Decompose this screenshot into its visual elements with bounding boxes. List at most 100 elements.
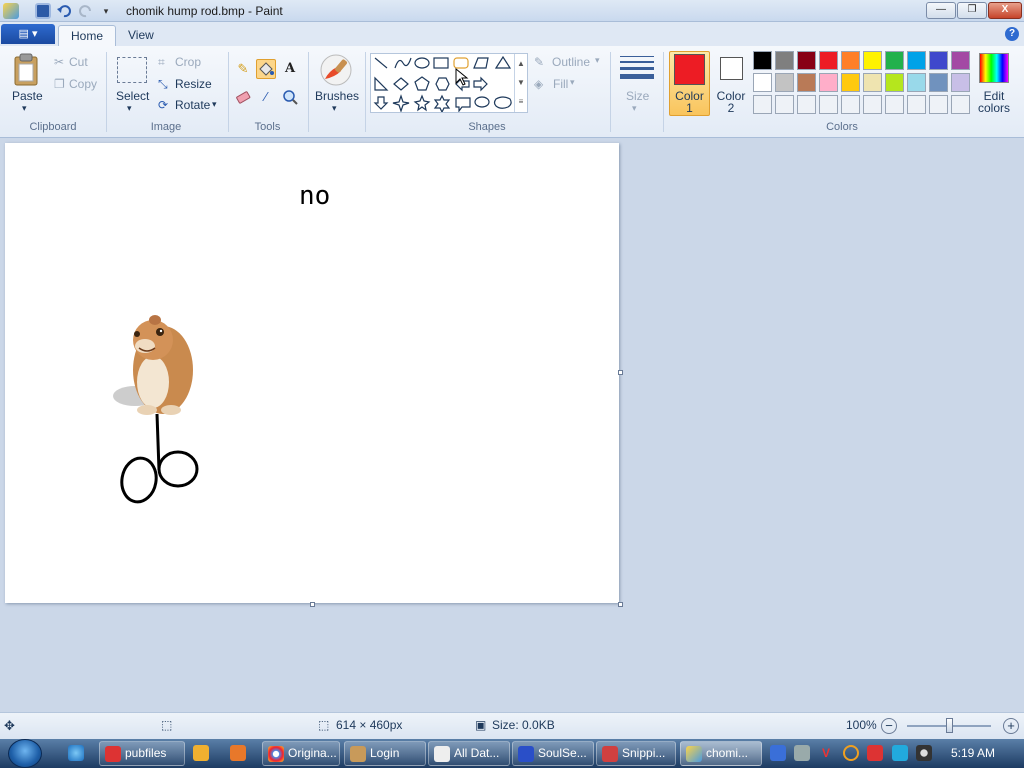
palette-swatch[interactable] [797,73,816,92]
taskbar-item-login[interactable]: Login [344,741,426,766]
palette-swatch[interactable] [885,95,904,114]
palette-swatch[interactable] [841,95,860,114]
curve-shape-icon[interactable] [394,57,412,69]
palette-swatch[interactable] [907,73,926,92]
palette-swatch[interactable] [819,73,838,92]
fill-dropdown-chevron-icon[interactable]: ▾ [570,77,575,88]
rotate-button[interactable]: Rotate [175,98,210,112]
palette-swatch[interactable] [819,95,838,114]
tray-speaker-icon[interactable] [916,745,932,761]
palette-swatch[interactable] [929,95,948,114]
fill-bucket-icon[interactable] [256,59,276,79]
text-tool-icon[interactable]: A [280,59,300,79]
palette-swatch[interactable] [907,51,926,70]
taskbar-item-soulseek[interactable]: SoulSe... [512,741,594,766]
tray-monitor-icon[interactable] [892,745,908,761]
palette-swatch[interactable] [951,95,970,114]
magnifier-icon[interactable] [280,87,300,107]
four-point-star-shape-icon[interactable] [392,94,410,112]
canvas-resize-handle-corner[interactable] [618,602,623,607]
color2-number[interactable]: 2 [714,101,748,115]
palette-swatch[interactable] [929,51,948,70]
edit-colors-button-line2[interactable]: colors [972,101,1016,115]
fill-button[interactable]: Fill [553,77,568,91]
zoom-slider-thumb[interactable] [946,718,953,733]
color-picker-icon[interactable]: ⁄ [256,87,276,107]
minimize-button[interactable]: — [926,2,956,19]
palette-swatch[interactable] [819,51,838,70]
five-point-star-shape-icon[interactable] [413,94,431,112]
start-button[interactable] [8,739,42,768]
shapes-scroll[interactable]: ▲ ▼ ≡ [514,54,527,112]
down-arrow-shape-icon[interactable] [373,96,389,110]
triangle-shape-icon[interactable] [494,55,512,69]
tray-flag-icon[interactable] [867,745,883,761]
palette-swatch[interactable] [797,95,816,114]
eraser-icon[interactable] [233,87,253,107]
tray-v-icon[interactable]: V [818,745,834,761]
media-player-icon[interactable] [193,745,209,761]
resize-button[interactable]: Resize [175,77,212,91]
paste-icon[interactable] [12,53,40,87]
tab-home[interactable]: Home [58,25,117,46]
six-point-star-shape-icon[interactable] [433,94,451,112]
copy-button[interactable]: Copy [69,77,97,91]
taskbar-item-all-data[interactable]: All Dat... [428,741,510,766]
palette-swatch[interactable] [775,51,794,70]
palette-swatch[interactable] [753,73,772,92]
palette-swatch[interactable] [775,95,794,114]
paint-menu-button[interactable]: ▤ ▾ [1,24,55,44]
outline-dropdown-chevron-icon[interactable]: ▾ [595,55,600,66]
taskbar-item-snipping[interactable]: Snippi... [596,741,676,766]
palette-swatch[interactable] [907,95,926,114]
maximize-button[interactable]: ❐ [957,2,987,19]
palette-swatch[interactable] [951,73,970,92]
canvas-resize-handle-right[interactable] [618,370,623,375]
palette-swatch[interactable] [841,51,860,70]
canvas-resize-handle-bottom[interactable] [310,602,315,607]
outline-button[interactable]: Outline [552,55,590,69]
hexagon-shape-icon[interactable] [435,77,450,91]
taskbar-item-pubfiles[interactable]: pubfiles [99,741,185,766]
color2-swatch[interactable] [720,57,743,80]
undo-icon[interactable] [56,3,72,19]
pencil-icon[interactable]: ✎ [233,59,253,79]
palette-swatch[interactable] [951,51,970,70]
help-icon[interactable]: ? [1005,27,1019,41]
tray-tool-icon[interactable] [794,745,810,761]
palette-swatch[interactable] [797,51,816,70]
palette-swatch[interactable] [841,73,860,92]
cloud-callout-shape-icon[interactable] [493,96,512,109]
palette-swatch[interactable] [753,51,772,70]
edit-colors-icon[interactable] [979,53,1009,83]
palette-swatch[interactable] [863,95,882,114]
save-icon[interactable] [35,3,51,19]
redo-icon[interactable] [78,3,94,19]
brushes-button[interactable]: Brushes [315,89,359,103]
tray-network-icon[interactable] [770,745,786,761]
zoom-out-button[interactable]: − [881,718,897,734]
firefox-icon[interactable] [230,745,246,761]
rounded-rectangle-shape-icon[interactable] [453,57,469,69]
select-dropdown-chevron-icon[interactable]: ▾ [127,103,132,114]
taskbar-item-original[interactable]: Origina... [262,741,340,766]
tray-search-icon[interactable] [843,745,859,761]
close-button[interactable]: X [988,2,1022,19]
line-shape-icon[interactable] [374,57,388,69]
polygon-shape-icon[interactable] [473,57,489,69]
palette-swatch[interactable] [885,73,904,92]
drawing-canvas[interactable] [5,143,619,603]
size-button[interactable]: Size [626,89,649,103]
palette-swatch[interactable] [885,51,904,70]
taskbar-item-paint[interactable]: chomi... [680,741,762,766]
palette-swatch[interactable] [929,73,948,92]
oval-shape-icon[interactable] [414,57,430,69]
right-arrow-shape-icon[interactable] [473,76,488,92]
paint-app-icon[interactable] [3,3,19,19]
rotate-dropdown-chevron-icon[interactable]: ▾ [212,99,217,110]
internet-explorer-icon[interactable] [68,745,84,761]
size-dropdown-chevron-icon[interactable]: ▾ [632,103,637,114]
palette-swatch[interactable] [863,73,882,92]
diamond-shape-icon[interactable] [393,77,409,91]
palette-swatch[interactable] [863,51,882,70]
